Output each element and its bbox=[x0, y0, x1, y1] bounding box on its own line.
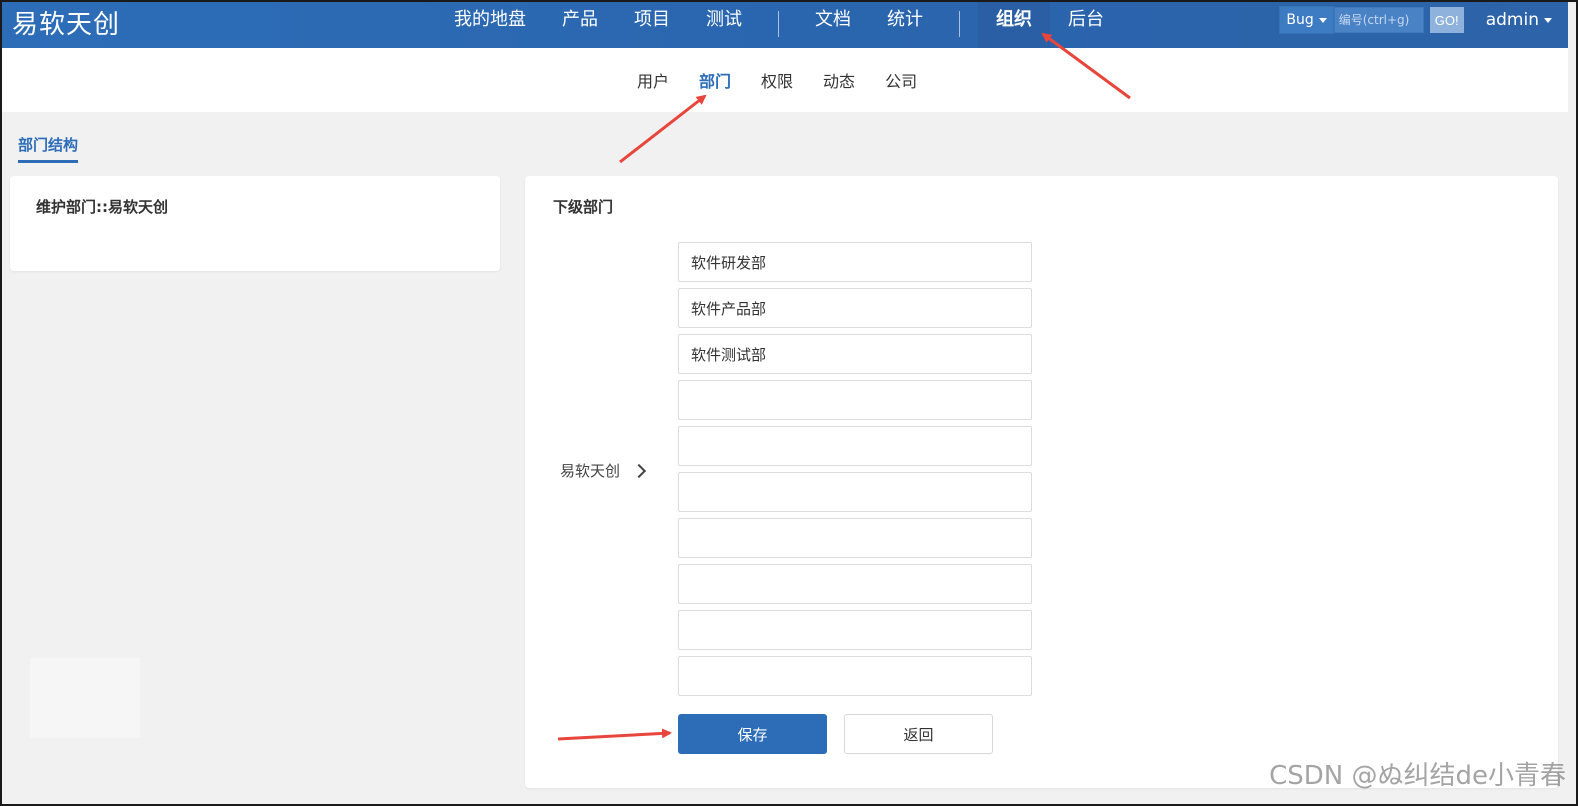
dept-name-input[interactable] bbox=[678, 610, 1032, 650]
parent-dept-label: 易软天创 bbox=[560, 460, 647, 481]
nav-item-company[interactable]: 组织 bbox=[978, 0, 1050, 48]
save-button[interactable]: 保存 bbox=[678, 714, 827, 754]
nav-item-project[interactable]: 项目 bbox=[616, 0, 688, 48]
subnav-item-group[interactable]: 权限 bbox=[761, 68, 793, 92]
nav-item-product[interactable]: 产品 bbox=[544, 0, 616, 48]
faded-overlay bbox=[30, 658, 140, 738]
nav-item-report[interactable]: 统计 bbox=[869, 0, 941, 48]
nav-item-dashboard[interactable]: 我的地盘 bbox=[436, 0, 544, 48]
user-menu[interactable]: admin bbox=[1486, 10, 1552, 30]
chevron-right-icon bbox=[631, 463, 647, 478]
watermark: CSDN @ぬ纠结de小青春 bbox=[1269, 761, 1566, 791]
brand-logo[interactable]: 易软天创 bbox=[12, 4, 120, 41]
user-name: admin bbox=[1485, 10, 1539, 30]
go-button[interactable]: GO! bbox=[1429, 7, 1464, 33]
back-button[interactable]: 返回 bbox=[844, 714, 993, 754]
dept-tree-panel: 维护部门::易软天创 bbox=[10, 176, 500, 271]
subnav-item-dynamic[interactable]: 动态 bbox=[823, 68, 855, 92]
nav-divider bbox=[959, 11, 960, 37]
search-type-select[interactable]: Bug bbox=[1279, 6, 1334, 34]
dept-name-input[interactable] bbox=[678, 426, 1032, 466]
tab-dept-structure[interactable]: 部门结构 bbox=[18, 134, 79, 163]
dept-name-input[interactable] bbox=[678, 380, 1032, 420]
nav-item-test[interactable]: 测试 bbox=[688, 0, 760, 48]
caret-down-icon bbox=[1318, 17, 1327, 23]
subnav-items: 用户 部门 权限 动态 公司 bbox=[622, 48, 932, 112]
subnav-item-user[interactable]: 用户 bbox=[637, 68, 669, 92]
main-nav: 我的地盘 产品 项目 测试 文档 统计 组织 后台 bbox=[436, 0, 1122, 48]
parent-dept-name: 易软天创 bbox=[560, 462, 621, 480]
dept-name-input[interactable] bbox=[678, 288, 1032, 328]
dept-name-input[interactable] bbox=[678, 472, 1032, 512]
search-type-label: Bug bbox=[1286, 12, 1314, 28]
dept-name-input[interactable] bbox=[678, 518, 1032, 558]
dept-name-input[interactable] bbox=[678, 656, 1032, 696]
child-dept-title: 下级部门 bbox=[553, 198, 614, 216]
search-input[interactable] bbox=[1333, 7, 1424, 33]
nav-divider bbox=[778, 11, 779, 37]
header-tools: Bug GO! admin bbox=[1279, 6, 1552, 34]
dept-name-input[interactable] bbox=[678, 334, 1032, 374]
dept-name-input[interactable] bbox=[678, 242, 1032, 282]
dept-name-input[interactable] bbox=[678, 564, 1032, 604]
sub-navbar: 用户 部门 权限 动态 公司 bbox=[2, 48, 1568, 112]
subnav-item-company[interactable]: 公司 bbox=[885, 68, 917, 92]
subnav-item-dept[interactable]: 部门 bbox=[699, 68, 731, 92]
nav-item-doc[interactable]: 文档 bbox=[797, 0, 869, 48]
caret-down-icon bbox=[1544, 17, 1552, 23]
child-dept-panel: 下级部门 易软天创 保存 返回 bbox=[525, 176, 1558, 788]
top-navbar: 易软天创 我的地盘 产品 项目 测试 文档 统计 组织 后台 Bug GO! a… bbox=[2, 0, 1568, 48]
nav-item-admin[interactable]: 后台 bbox=[1050, 0, 1122, 48]
child-dept-inputs bbox=[678, 242, 1032, 702]
dept-tree-title: 维护部门::易软天创 bbox=[36, 198, 168, 216]
